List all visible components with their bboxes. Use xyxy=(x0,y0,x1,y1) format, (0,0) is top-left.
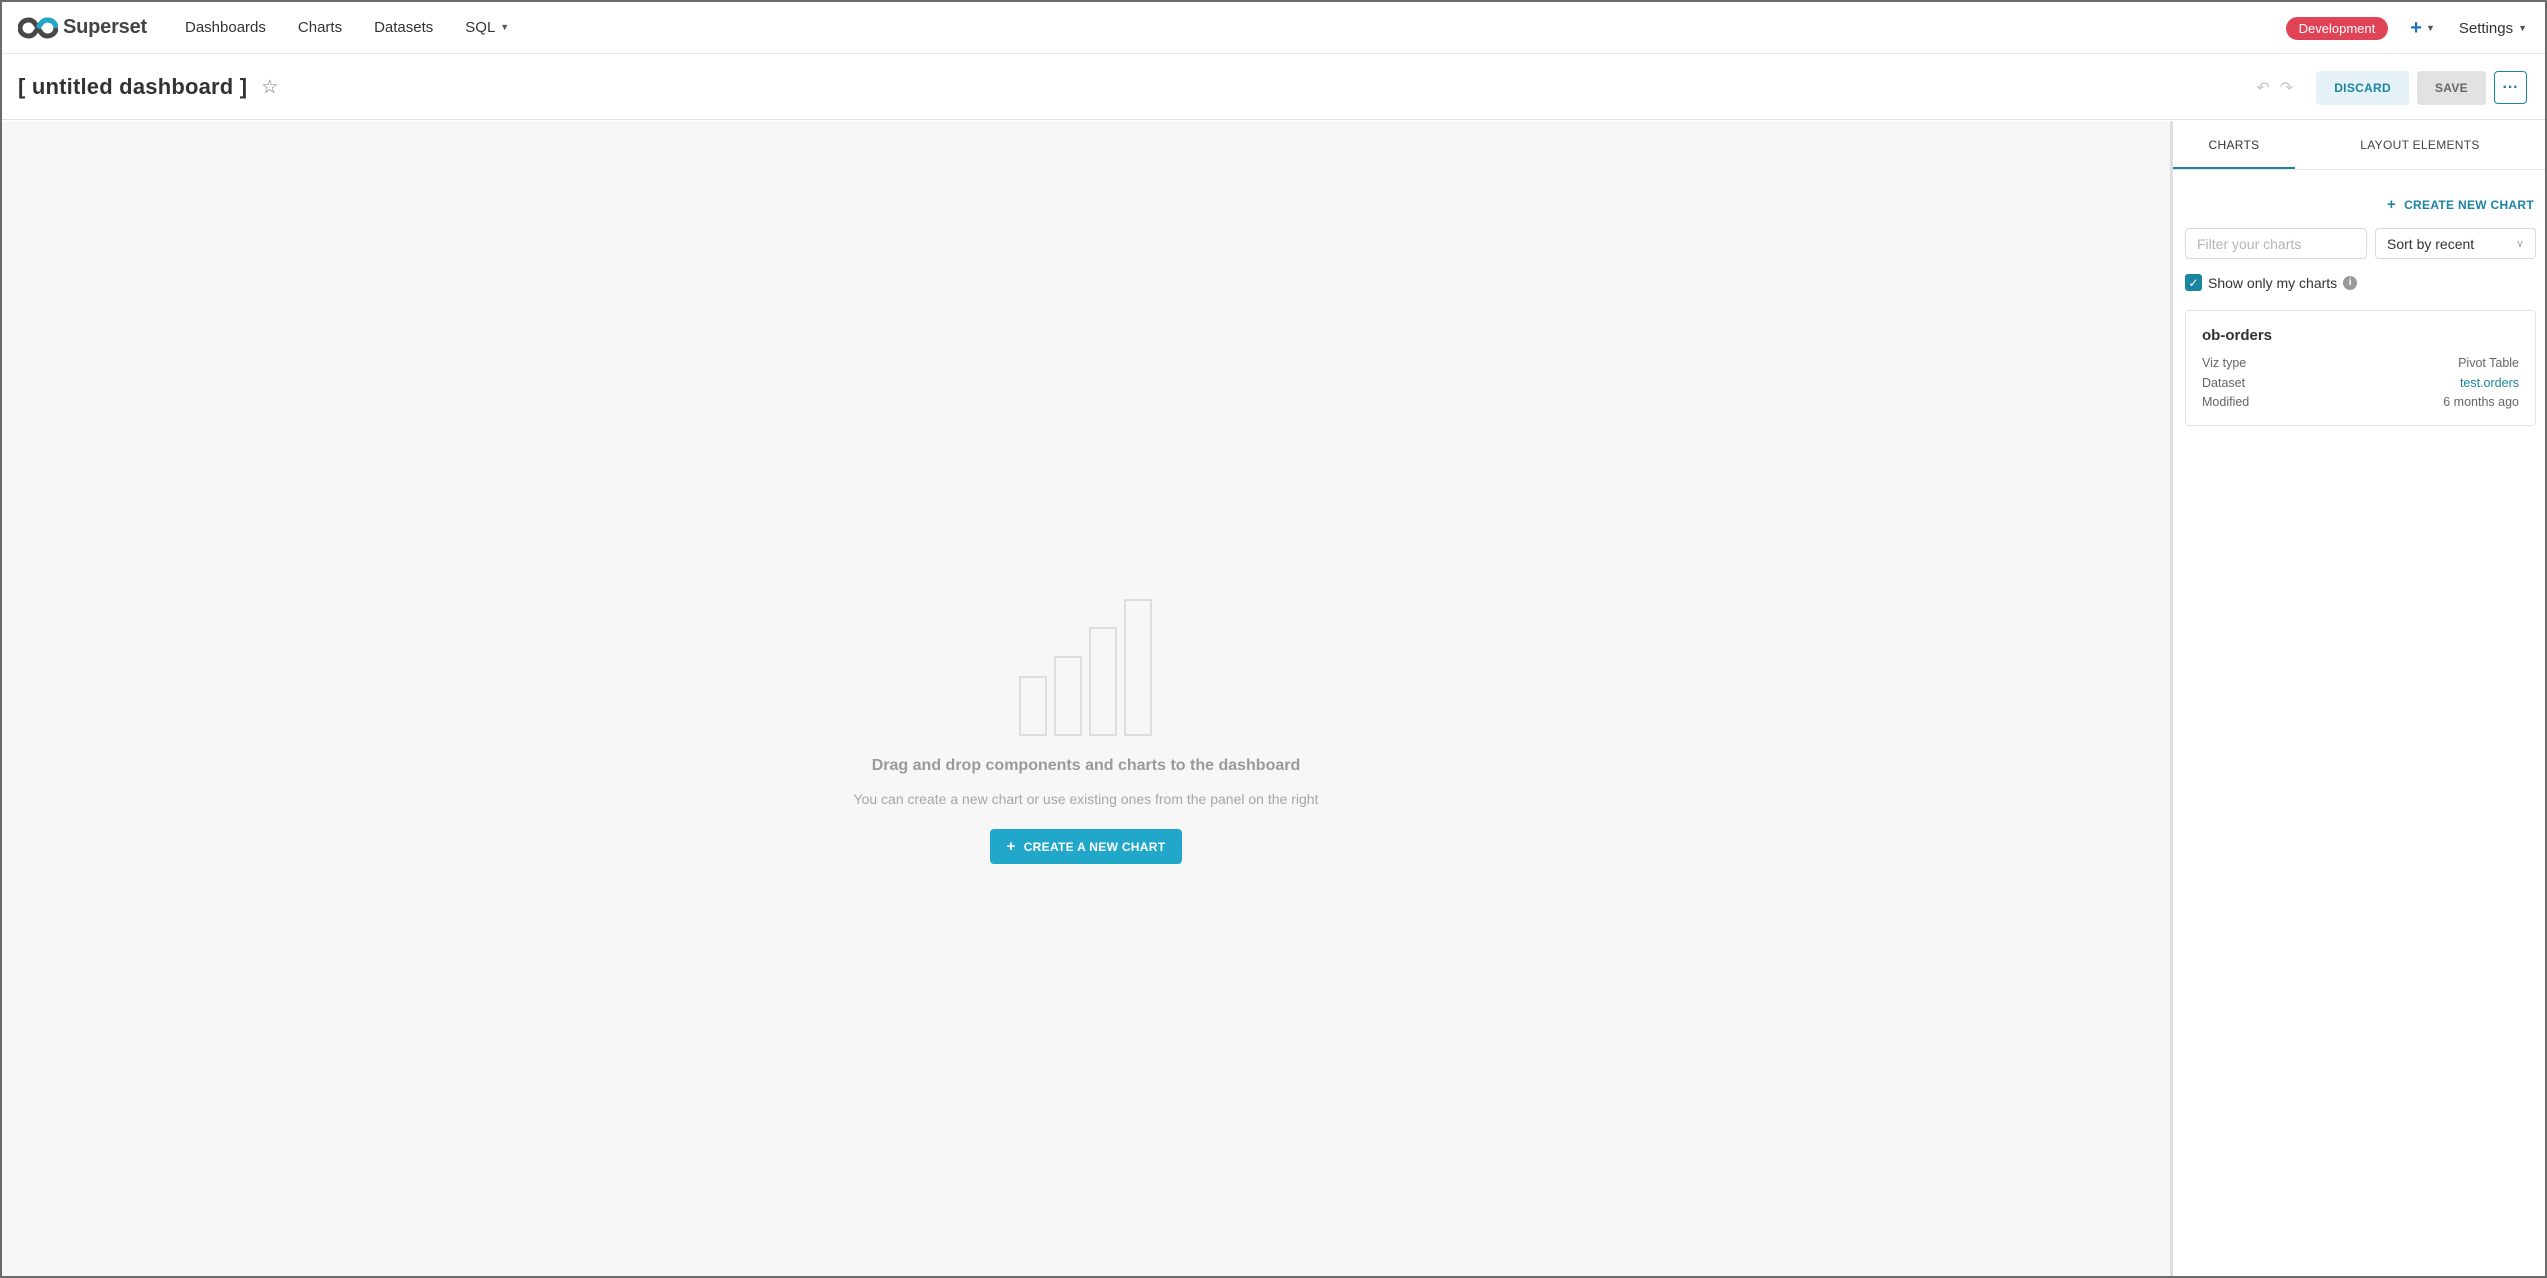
nav-dashboards[interactable]: Dashboards xyxy=(169,2,282,54)
create-new-chart-link-label: CREATE NEW CHART xyxy=(2404,197,2534,212)
plus-icon: + xyxy=(1006,838,1016,855)
panel-tabs: CHARTS LAYOUT ELEMENTS xyxy=(2173,121,2545,170)
dashboard-canvas[interactable]: Drag and drop components and charts to t… xyxy=(2,121,2170,1276)
chevron-down-icon: ∨ xyxy=(2515,238,2524,250)
tab-charts[interactable]: CHARTS xyxy=(2173,121,2295,169)
show-only-my-charts-checkbox[interactable]: ✓ xyxy=(2185,274,2202,291)
chart-card[interactable]: ob-orders Viz type Pivot Table Dataset t… xyxy=(2185,310,2536,426)
app-window: Superset Dashboards Charts Datasets SQL ▼… xyxy=(0,0,2547,1278)
card-row-value: 6 months ago xyxy=(2443,395,2519,409)
brand-name: Superset xyxy=(63,16,147,38)
more-icon[interactable]: ··· xyxy=(2494,71,2527,104)
brand-logo[interactable]: Superset xyxy=(18,2,147,54)
dataset-link[interactable]: test.orders xyxy=(2460,374,2519,394)
star-icon[interactable]: ☆ xyxy=(261,76,278,99)
nav-charts-label: Charts xyxy=(297,18,343,36)
check-icon: ✓ xyxy=(2188,275,2199,290)
card-row-label: Modified xyxy=(2202,395,2250,409)
discard-button[interactable]: DISCARD xyxy=(2316,70,2409,105)
nav-datasets-label: Datasets xyxy=(374,18,434,36)
create-new-chart-label: CREATE A NEW CHART xyxy=(1023,839,1166,854)
navbar-right: Development + ▼ Settings ▼ xyxy=(2285,2,2545,54)
undo-icon[interactable]: ↶ xyxy=(2256,78,2269,98)
environment-badge: Development xyxy=(2285,16,2389,40)
nav-datasets[interactable]: Datasets xyxy=(358,2,449,54)
chart-card-row: Modified 6 months ago xyxy=(2202,393,2519,413)
card-row-label: Viz type xyxy=(2202,356,2247,370)
show-only-my-charts-label[interactable]: Show only my charts xyxy=(2208,275,2337,291)
empty-chart-icon xyxy=(1019,599,1152,736)
filter-row: Sort by recent ∨ xyxy=(2185,228,2536,259)
caret-down-icon: ▼ xyxy=(2518,22,2527,33)
nav-sql-menu[interactable]: SQL ▼ xyxy=(449,2,525,54)
filter-charts-input[interactable] xyxy=(2185,228,2367,259)
builder-side-panel: CHARTS LAYOUT ELEMENTS + CREATE NEW CHAR… xyxy=(2170,121,2545,1276)
create-new-chart-link[interactable]: + CREATE NEW CHART xyxy=(2387,196,2534,213)
caret-down-icon: ▼ xyxy=(2425,23,2435,33)
chart-card-title: ob-orders xyxy=(2202,327,2273,344)
nav-charts[interactable]: Charts xyxy=(282,2,358,54)
undo-redo-group: ↶ ↷ xyxy=(2251,78,2298,98)
nav-sql-label: SQL xyxy=(465,19,496,36)
sort-select-value: Sort by recent xyxy=(2387,235,2475,252)
header-actions: ↶ ↷ DISCARD SAVE ··· xyxy=(2251,55,2527,120)
empty-state-subtitle: You can create a new chart or use existi… xyxy=(853,791,1319,807)
save-button[interactable]: SAVE xyxy=(2417,70,2486,105)
chart-card-row: Viz type Pivot Table xyxy=(2202,354,2519,374)
redo-icon[interactable]: ↷ xyxy=(2280,78,2293,98)
settings-menu[interactable]: Settings ▼ xyxy=(2459,20,2527,37)
plus-icon: + xyxy=(2387,196,2397,213)
card-row-value: Pivot Table xyxy=(2458,356,2519,370)
superset-logo-icon xyxy=(18,16,58,39)
empty-state: Drag and drop components and charts to t… xyxy=(2,599,2170,864)
create-new-chart-button[interactable]: + CREATE A NEW CHART xyxy=(989,829,1183,864)
info-icon[interactable]: i xyxy=(2343,275,2358,290)
tab-layout-elements[interactable]: LAYOUT ELEMENTS xyxy=(2295,121,2545,169)
dashboard-title[interactable]: [ untitled dashboard ] xyxy=(18,74,247,100)
empty-state-title: Drag and drop components and charts to t… xyxy=(871,757,1301,774)
chart-card-row: Dataset test.orders xyxy=(2202,374,2519,394)
settings-label: Settings xyxy=(2458,19,2514,37)
show-only-my-charts: ✓ Show only my charts i xyxy=(2185,274,2358,291)
plus-icon: + xyxy=(2410,16,2422,39)
new-item-menu[interactable]: + ▼ xyxy=(2410,17,2435,40)
nav-dashboards-label: Dashboards xyxy=(185,18,266,36)
caret-down-icon: ▼ xyxy=(500,22,510,32)
sort-select[interactable]: Sort by recent ∨ xyxy=(2375,228,2536,259)
card-row-label: Dataset xyxy=(2202,375,2246,390)
dashboard-header: [ untitled dashboard ] ☆ ↶ ↷ DISCARD SAV… xyxy=(2,55,2545,120)
top-navbar: Superset Dashboards Charts Datasets SQL ▼… xyxy=(2,2,2545,54)
main-menu: Dashboards Charts Datasets SQL ▼ xyxy=(169,2,525,54)
